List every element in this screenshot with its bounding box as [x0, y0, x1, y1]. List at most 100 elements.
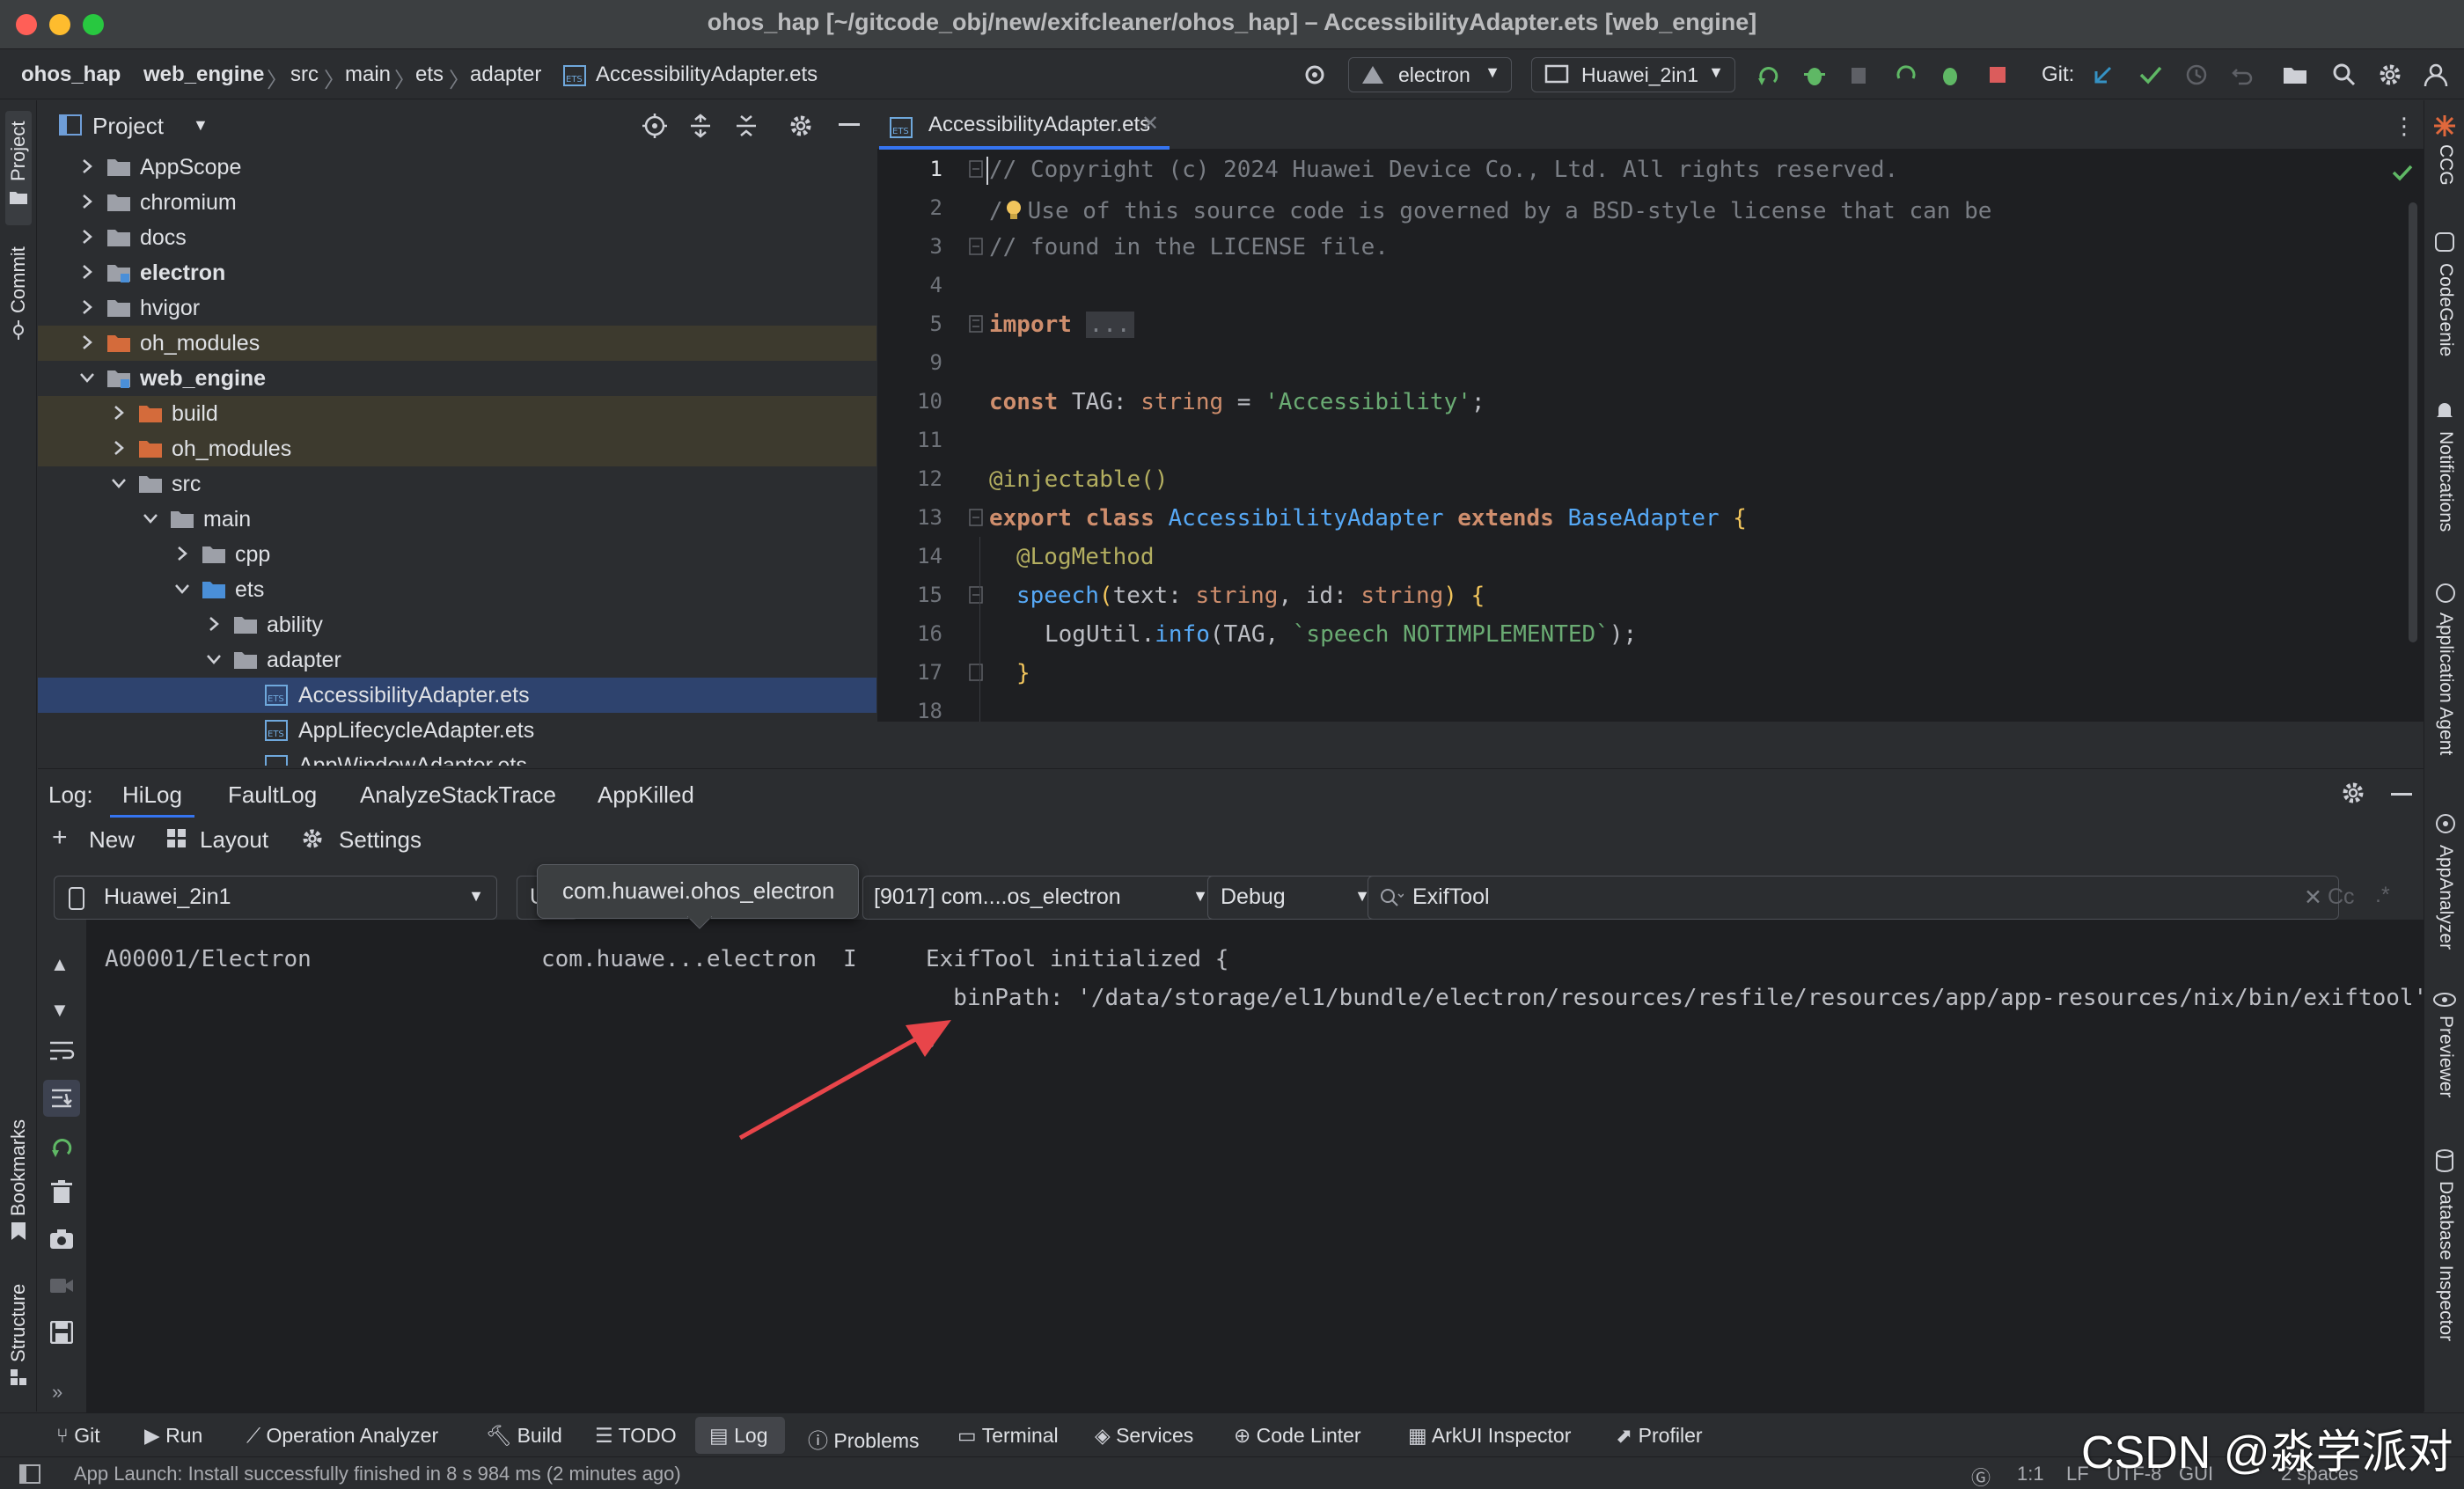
log-tab-appkilled[interactable]: AppKilled — [598, 781, 694, 809]
more-options-icon[interactable]: ⋮ — [2393, 113, 2416, 140]
account-icon[interactable] — [2422, 61, 2450, 89]
chevron-right-icon[interactable] — [173, 545, 191, 562]
chevron-right-icon[interactable] — [78, 298, 96, 316]
problems-tool-button[interactable]: ⓘ Problems — [808, 1424, 920, 1454]
todo-tool-button[interactable]: ☰ TODO — [595, 1424, 677, 1448]
chevron-right-icon[interactable] — [78, 263, 96, 281]
close-icon[interactable]: ✕ — [1141, 111, 1159, 136]
tree-item[interactable]: oh_modules — [38, 431, 876, 466]
save-icon[interactable] — [50, 1321, 73, 1344]
breadcrumb-item[interactable]: src — [290, 62, 319, 87]
structure-tool-label[interactable]: Structure — [7, 1284, 30, 1362]
log-settings-button[interactable]: Settings — [339, 826, 422, 854]
rerun-icon[interactable] — [1755, 61, 1783, 89]
log-tool-button[interactable]: ▤ Log — [695, 1417, 785, 1454]
tree-item[interactable]: cpp — [38, 537, 876, 572]
fold-marker-icon[interactable] — [969, 315, 983, 333]
log-tab-faultlog[interactable]: FaultLog — [228, 781, 317, 809]
tree-item[interactable]: ets — [38, 572, 876, 607]
tree-item[interactable]: src — [38, 466, 876, 502]
more-tools-icon[interactable]: » — [52, 1381, 62, 1404]
settings-target-icon[interactable] — [1301, 61, 1329, 89]
chevron-down-icon[interactable]: ▼ — [193, 116, 209, 135]
project-structure-icon[interactable] — [2281, 61, 2309, 89]
operation-analyzer-tool-button[interactable]: ⟋ Operation Analyzer — [246, 1424, 438, 1448]
chevron-right-icon[interactable] — [78, 228, 96, 246]
tree-item[interactable]: ETS AccessibilityAdapter.ets — [38, 678, 876, 713]
tree-item[interactable]: oh_modules — [38, 326, 876, 361]
device-select[interactable]: Huawei_2in1 ▼ — [1531, 57, 1735, 92]
application-agent-tool-label[interactable]: Application Agent — [2435, 612, 2456, 755]
run-tool-button[interactable]: ▶ Run — [144, 1424, 202, 1448]
locate-file-icon[interactable] — [642, 113, 668, 139]
breadcrumb-item[interactable]: main — [345, 62, 391, 87]
git-tool-button[interactable]: ⑂ Git — [56, 1424, 100, 1448]
no-problems-check-icon[interactable] — [2391, 162, 2414, 183]
scroll-to-end-button[interactable] — [43, 1080, 80, 1117]
regex-toggle[interactable]: .* — [2375, 883, 2390, 908]
attach-debugger-icon[interactable] — [1846, 61, 1874, 89]
gear-icon[interactable] — [2340, 780, 2366, 806]
chevron-down-icon[interactable] — [205, 650, 223, 668]
log-tab-analyzestacktrace[interactable]: AnalyzeStackTrace — [360, 781, 556, 809]
debug-changes-icon[interactable] — [1938, 61, 1966, 89]
restart-icon[interactable] — [48, 1134, 75, 1161]
clear-search-icon[interactable]: ✕ — [2304, 884, 2322, 911]
chevron-down-icon[interactable] — [173, 580, 191, 598]
match-case-toggle[interactable]: Cc — [2328, 884, 2355, 910]
chevron-right-icon[interactable] — [78, 334, 96, 351]
log-tab-hilog[interactable]: HiLog — [110, 774, 194, 818]
tree-item[interactable]: docs — [38, 220, 876, 255]
chevron-right-icon[interactable] — [110, 404, 128, 422]
git-commit-icon[interactable] — [2137, 61, 2165, 89]
fold-marker-icon[interactable] — [969, 238, 983, 255]
new-log-button[interactable]: New — [89, 826, 135, 854]
code-linter-tool-button[interactable]: ⊕ Code Linter — [1234, 1424, 1361, 1448]
gear-icon[interactable] — [2376, 61, 2404, 89]
camera-icon[interactable] — [48, 1228, 75, 1251]
collapse-all-icon[interactable] — [733, 113, 759, 139]
fold-marker-icon[interactable] — [969, 664, 983, 681]
log-level-select[interactable]: Debug ▼ — [1207, 876, 1383, 920]
editor-tab[interactable]: ETS AccessibilityAdapter.ets ✕ — [879, 100, 1170, 150]
chevron-down-icon[interactable] — [78, 369, 96, 386]
editor-scrollbar[interactable] — [2409, 202, 2417, 642]
services-tool-button[interactable]: ◈ Services — [1095, 1424, 1193, 1448]
breadcrumb-item[interactable]: adapter — [470, 62, 541, 87]
tree-item[interactable]: main — [38, 502, 876, 537]
chevron-right-icon[interactable] — [78, 193, 96, 210]
codegenie-tool-label[interactable]: CodeGenie — [2435, 263, 2456, 356]
search-icon[interactable] — [2330, 61, 2358, 89]
apply-changes-icon[interactable] — [1892, 61, 1920, 89]
chevron-right-icon[interactable] — [78, 158, 96, 175]
breadcrumb-item[interactable]: web_engine — [143, 62, 264, 87]
breadcrumb-item[interactable]: ets — [415, 62, 444, 87]
notifications-tool-label[interactable]: Notifications — [2435, 431, 2456, 532]
tree-item[interactable]: chromium — [38, 185, 876, 220]
git-history-icon[interactable] — [2182, 61, 2211, 89]
fold-marker-icon[interactable] — [969, 160, 983, 178]
expand-all-icon[interactable] — [687, 113, 714, 139]
tree-item[interactable]: build — [38, 396, 876, 431]
plugin-status-icon[interactable]: Ⓖ — [1971, 1463, 1991, 1489]
ccg-tool-label[interactable]: CCG — [2435, 144, 2456, 186]
minimize-icon[interactable] — [2391, 793, 2412, 796]
trash-icon[interactable] — [50, 1180, 73, 1205]
panel-toggle-icon[interactable] — [19, 1464, 40, 1484]
folded-imports[interactable]: ... — [1085, 312, 1134, 338]
run-config-select[interactable]: electron ▼ — [1348, 57, 1512, 92]
scroll-down-icon[interactable]: ▼ — [50, 999, 70, 1022]
tree-item[interactable]: web_engine — [38, 361, 876, 396]
breadcrumb-item[interactable]: AccessibilityAdapter.ets — [596, 62, 818, 87]
breadcrumb-item[interactable]: ohos_hap — [21, 62, 121, 87]
status-message[interactable]: App Launch: Install successfully finishe… — [74, 1463, 681, 1485]
chevron-down-icon[interactable] — [110, 474, 128, 492]
chevron-right-icon[interactable] — [110, 439, 128, 457]
debug-icon[interactable] — [1800, 61, 1829, 89]
stop-icon[interactable] — [1984, 61, 2012, 89]
profiler-tool-button[interactable]: ⬈ Profiler — [1616, 1424, 1703, 1448]
caret-position[interactable]: 1:1 — [2017, 1463, 2044, 1485]
git-update-icon[interactable] — [2089, 61, 2117, 89]
log-search-input[interactable]: ExifTool ✕ — [1368, 876, 2339, 920]
tree-item[interactable]: hvigor — [38, 290, 876, 326]
